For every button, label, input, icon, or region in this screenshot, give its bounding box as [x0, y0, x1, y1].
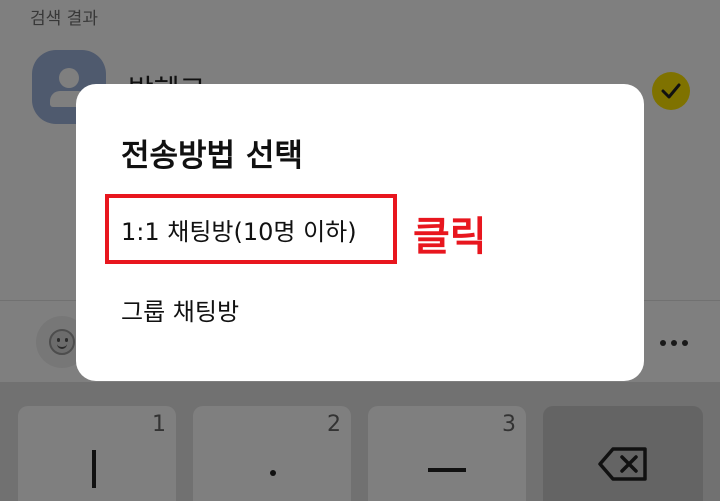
- dialog-title: 전송방법 선택: [121, 138, 303, 174]
- click-annotation: 클릭: [413, 214, 487, 260]
- highlight-box: [105, 194, 397, 264]
- option-group-chat[interactable]: 그룹 채팅방: [121, 292, 239, 327]
